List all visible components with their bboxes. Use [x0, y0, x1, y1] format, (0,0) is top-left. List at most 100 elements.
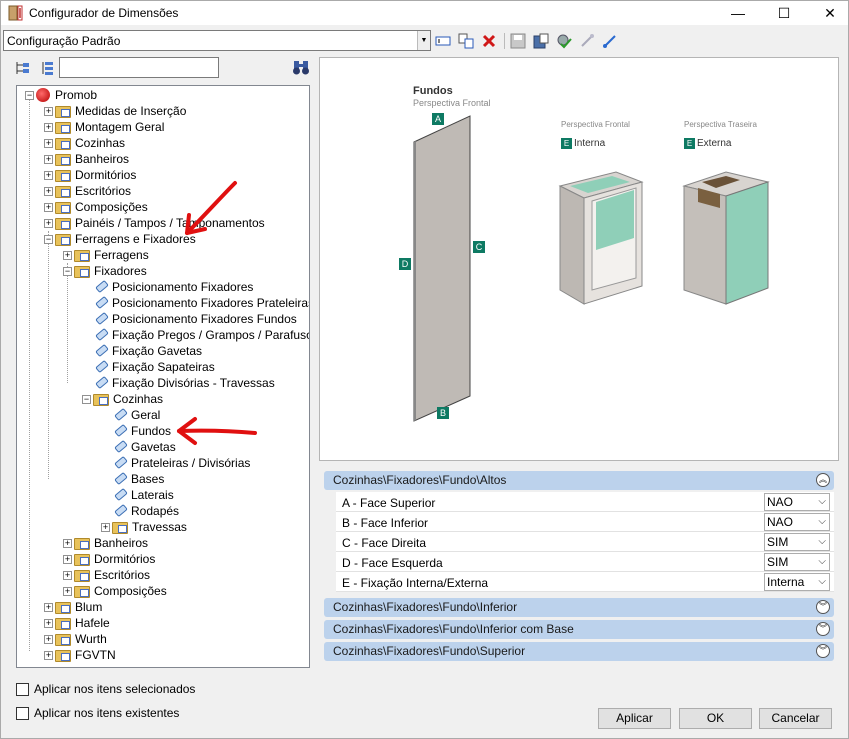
tree-node[interactable]: + Travessas — [101, 519, 187, 535]
tree-node[interactable]: − Fixadores — [63, 263, 147, 279]
tree-node[interactable]: + Medidas de Inserção — [44, 103, 186, 119]
expand-plus-icon[interactable]: + — [44, 138, 53, 148]
tree-node[interactable]: Fixação Pregos / Grampos / Parafusos — [82, 327, 309, 343]
save-as-button[interactable] — [532, 32, 550, 50]
chevron-down-icon[interactable]: ▼ — [417, 31, 430, 50]
expand-plus-icon[interactable]: + — [44, 202, 53, 212]
ok-button[interactable]: OK — [679, 708, 752, 729]
tree-node[interactable]: − Ferragens e Fixadores — [44, 231, 196, 247]
tree-node[interactable]: + Escritórios — [44, 183, 131, 199]
tree-node[interactable]: Fixação Divisórias - Travessas — [82, 375, 275, 391]
tree-node[interactable]: Posicionamento Fixadores Fundos — [82, 311, 297, 327]
tree-node[interactable]: + Dormitórios — [63, 551, 155, 567]
tree-node[interactable]: + Hafele — [44, 615, 110, 631]
export-button[interactable] — [601, 32, 619, 50]
expand-icon[interactable]: ︾ — [816, 644, 830, 658]
maximize-button[interactable]: ☐ — [761, 1, 807, 25]
face-direita-select[interactable]: SIM ⌵ — [764, 533, 830, 551]
expand-plus-icon[interactable]: + — [101, 522, 110, 532]
section-superior-header[interactable]: Cozinhas\Fixadores\Fundo\Superior ︾ — [324, 642, 834, 661]
expand-tree-icon[interactable] — [15, 60, 31, 76]
expand-plus-icon[interactable]: + — [44, 106, 53, 116]
collapse-tree-icon[interactable] — [39, 60, 55, 76]
binoculars-search-icon[interactable] — [292, 59, 310, 75]
tree-node[interactable]: Geral — [101, 407, 160, 423]
save-button[interactable] — [509, 32, 527, 50]
tree-node[interactable]: Fundos — [101, 423, 171, 439]
tree-node[interactable]: Gavetas — [101, 439, 176, 455]
preview-panel: Fundos Perspectiva Frontal A B C D Persp… — [319, 57, 839, 461]
fixacao-select[interactable]: Interna ⌵ — [764, 573, 830, 591]
tree-node[interactable]: − Cozinhas — [82, 391, 163, 407]
tree-node[interactable]: + Cozinhas — [44, 135, 125, 151]
expand-plus-icon[interactable]: + — [44, 154, 53, 164]
checkbox-box[interactable] — [16, 682, 29, 696]
tree-node[interactable]: + Banheiros — [63, 535, 148, 551]
tree-node[interactable]: Fixação Gavetas — [82, 343, 202, 359]
collapse-minus-icon[interactable]: − — [44, 234, 53, 244]
expand-icon[interactable]: ︾ — [816, 622, 830, 636]
tree-node[interactable]: Posicionamento Fixadores Prateleiras — [82, 295, 309, 311]
expand-plus-icon[interactable]: + — [63, 250, 72, 260]
section-inferior-title: Cozinhas\Fixadores\Fundo\Inferior — [333, 600, 518, 614]
expand-plus-icon[interactable]: + — [44, 634, 53, 644]
collapse-minus-icon[interactable]: − — [25, 90, 34, 100]
section-inferior-header[interactable]: Cozinhas\Fixadores\Fundo\Inferior ︾ — [324, 598, 834, 617]
expand-plus-icon[interactable]: + — [63, 586, 72, 596]
apply-selected-checkbox[interactable]: Aplicar nos itens selecionados — [16, 681, 316, 697]
tree-node[interactable]: Prateleiras / Divisórias — [101, 455, 250, 471]
tree-node[interactable]: + Wurth — [44, 631, 107, 647]
expand-plus-icon[interactable]: + — [63, 538, 72, 548]
tree-node[interactable]: + Banheiros — [44, 151, 129, 167]
tree-node[interactable]: + Ferragens — [63, 247, 149, 263]
copy-button[interactable] — [457, 32, 475, 50]
expand-plus-icon[interactable]: + — [44, 650, 53, 660]
delete-button[interactable] — [480, 32, 498, 50]
tree-node[interactable]: + Blum — [44, 599, 102, 615]
apply-button[interactable]: Aplicar — [598, 708, 671, 729]
expand-plus-icon[interactable]: + — [44, 618, 53, 628]
tree-node[interactable]: − Promob — [25, 87, 97, 103]
property-row: A - Face Superior NAO ⌵ — [336, 492, 834, 512]
tree-node[interactable]: Rodapés — [101, 503, 179, 519]
section-altos-header[interactable]: Cozinhas\Fixadores\Fundo\Altos ︽ — [324, 471, 834, 490]
tree-node[interactable]: + Composições — [63, 583, 167, 599]
tree-node[interactable]: + Dormitórios — [44, 167, 136, 183]
tree-search-input[interactable] — [59, 57, 219, 78]
tree-node[interactable]: + Montagem Geral — [44, 119, 164, 135]
face-superior-select[interactable]: NAO ⌵ — [764, 493, 830, 511]
category-tree[interactable]: − Promob + Medidas de Inserção + Montagem Ger… — [16, 85, 310, 668]
marker-e-left: E — [561, 138, 572, 149]
tree-node[interactable]: Posicionamento Fixadores — [82, 279, 253, 295]
expand-plus-icon[interactable]: + — [63, 570, 72, 580]
tree-node[interactable]: + FGVTN — [44, 647, 116, 663]
expand-plus-icon[interactable]: + — [44, 122, 53, 132]
rename-button[interactable] — [434, 32, 452, 50]
face-esquerda-select[interactable]: SIM ⌵ — [764, 553, 830, 571]
expand-plus-icon[interactable]: + — [44, 218, 53, 228]
tree-node[interactable]: + Escritórios — [63, 567, 150, 583]
face-inferior-select[interactable]: NAO ⌵ — [764, 513, 830, 531]
validate-button[interactable] — [555, 32, 573, 50]
expand-plus-icon[interactable]: + — [44, 186, 53, 196]
expand-plus-icon[interactable]: + — [63, 554, 72, 564]
checkbox-box[interactable] — [16, 706, 29, 720]
apply-existing-checkbox[interactable]: Aplicar nos itens existentes — [16, 705, 316, 721]
tree-node[interactable]: + Composições — [44, 199, 148, 215]
configuration-select[interactable]: Configuração Padrão ▼ — [3, 30, 431, 51]
section-inferior-base-header[interactable]: Cozinhas\Fixadores\Fundo\Inferior com Ba… — [324, 620, 834, 639]
collapse-icon[interactable]: ︽ — [816, 473, 830, 487]
import-button[interactable] — [578, 32, 596, 50]
collapse-minus-icon[interactable]: − — [82, 394, 91, 404]
tree-node[interactable]: Fixação Sapateiras — [82, 359, 215, 375]
expand-plus-icon[interactable]: + — [44, 170, 53, 180]
tree-node[interactable]: Laterais — [101, 487, 174, 503]
expand-icon[interactable]: ︾ — [816, 600, 830, 614]
tree-node[interactable]: Bases — [101, 471, 164, 487]
minimize-button[interactable]: — — [715, 1, 761, 25]
expand-plus-icon[interactable]: + — [44, 602, 53, 612]
toolbar: Configuração Padrão ▼ — [1, 28, 848, 54]
collapse-minus-icon[interactable]: − — [63, 266, 72, 276]
close-button[interactable]: ✕ — [807, 1, 849, 25]
cancel-button[interactable]: Cancelar — [759, 708, 832, 729]
